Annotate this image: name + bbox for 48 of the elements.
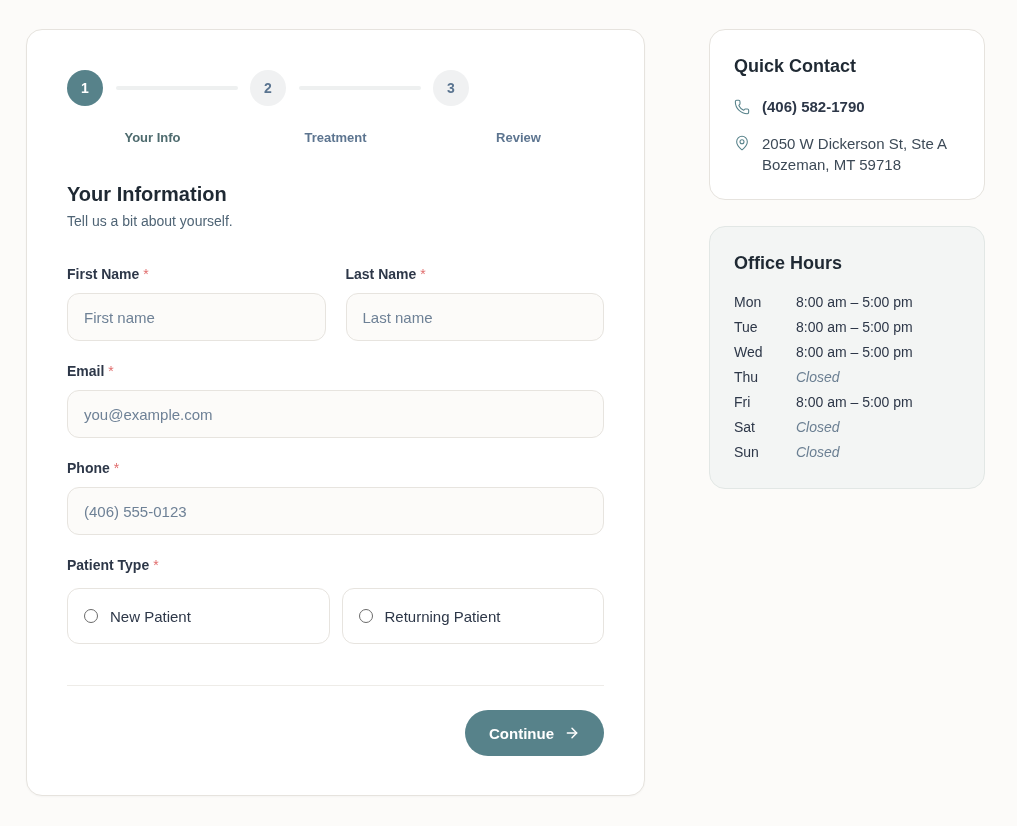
day-name: Fri <box>734 393 752 410</box>
input-field[interactable]: you@example.com <box>67 390 604 438</box>
card-title: Office Hours <box>734 252 844 275</box>
radio-option[interactable]: New Patient <box>67 588 330 644</box>
required-asterisk: * <box>420 266 426 283</box>
phone-icon <box>734 99 750 115</box>
hours-text: Closed <box>796 418 840 435</box>
radio-option[interactable]: Returning Patient <box>341 588 604 644</box>
phone-number: (406) 582-1790 <box>762 97 865 117</box>
radio-icon[interactable] <box>84 609 98 623</box>
day-name: Wed <box>734 343 764 360</box>
map-pin-icon <box>734 135 750 151</box>
hours-text: 8:00 am – 5:00 pm <box>796 393 913 410</box>
arrow-right-icon <box>564 725 580 741</box>
input-field[interactable]: First name <box>67 293 326 341</box>
radio-icon[interactable] <box>358 609 373 623</box>
continue-button[interactable]: Continue <box>465 710 604 756</box>
day-name: Tue <box>734 318 759 335</box>
field-label: First Name <box>67 266 140 283</box>
hours-text: Closed <box>796 443 840 460</box>
input-field[interactable]: (406) 555-0123 <box>67 487 604 535</box>
day-name: Thu <box>734 368 760 385</box>
field-label: Email <box>67 363 105 380</box>
required-asterisk: * <box>143 266 149 283</box>
hours-text: 8:00 am – 5:00 pm <box>796 293 913 310</box>
input-field[interactable]: Last name <box>345 293 604 341</box>
step-number[interactable]: 3 <box>433 70 469 106</box>
address-text: 2050 W Dickerson St, Ste A Bozeman, MT 59718 <box>762 134 948 175</box>
day-name: Sat <box>734 418 756 435</box>
field-label: Phone <box>67 460 110 477</box>
form-subtitle: Tell us a bit about yourself. <box>67 212 234 230</box>
hours-text: 8:00 am – 5:00 pm <box>796 343 913 360</box>
card-title: Quick Contact <box>734 55 858 78</box>
hours-text: 8:00 am – 5:00 pm <box>796 318 913 335</box>
required-asterisk: * <box>153 557 159 574</box>
day-name: Sun <box>734 443 760 460</box>
required-asterisk: * <box>113 460 120 477</box>
step-label: Review <box>496 130 541 146</box>
hours-text: Closed <box>796 368 840 385</box>
step-number[interactable]: 1 <box>67 70 103 106</box>
step-label: Treatment <box>304 130 367 146</box>
step-label: Your Info <box>124 130 181 146</box>
required-asterisk: * <box>108 363 114 380</box>
day-name: Mon <box>734 293 763 310</box>
step-number[interactable]: 2 <box>250 70 286 106</box>
field-label: Last Name <box>345 266 417 283</box>
form-title: Your Information <box>67 182 228 206</box>
field-label: Patient Type <box>67 557 150 574</box>
